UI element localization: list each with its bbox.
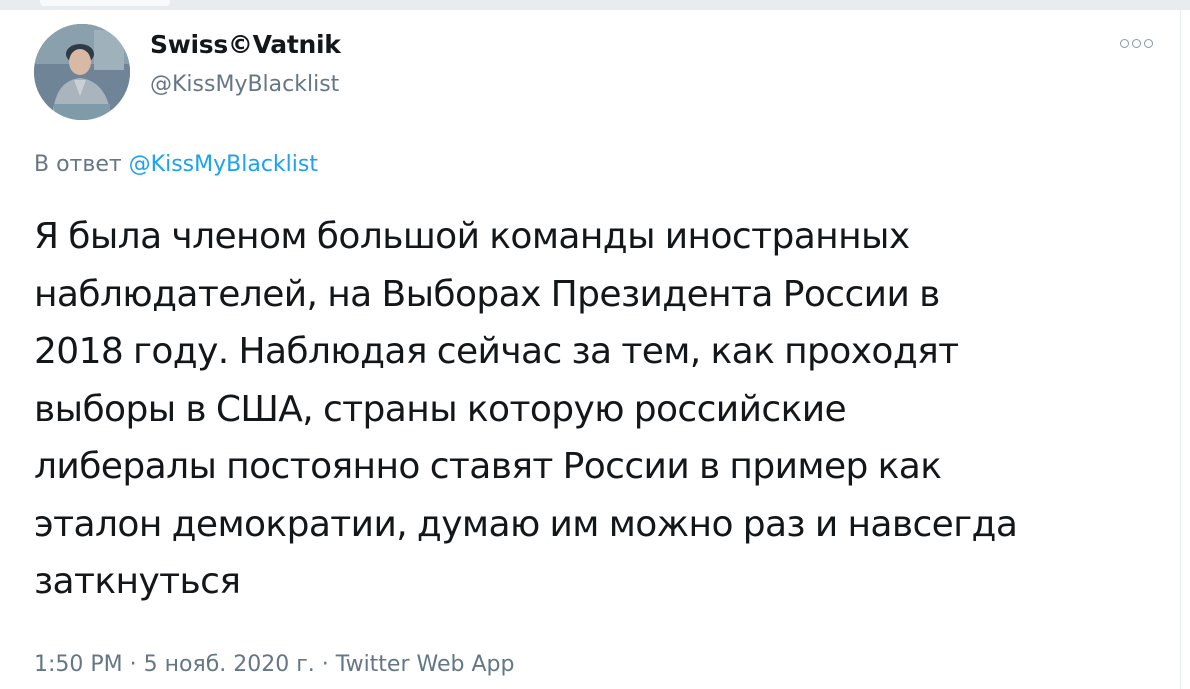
reply-context: В ответ @KissMyBlacklist xyxy=(34,152,318,177)
tweet-text-line: 2018 году. Наблюдая сейчас за тем, как п… xyxy=(34,331,959,372)
more-dot xyxy=(1144,38,1153,48)
tweet-card: Swiss©Vatnik @KissMyBlacklist В ответ @K… xyxy=(0,10,1181,689)
tweet-source[interactable]: Twitter Web App xyxy=(336,652,515,677)
meta-separator: · xyxy=(314,652,336,677)
tweet-text-line: эталон демократии, думаю им можно раз и … xyxy=(34,503,1018,545)
tweet-time[interactable]: 1:50 PM xyxy=(34,652,123,677)
tweet-text-line: заткнуться xyxy=(34,561,241,602)
tweet-text-line: либералы постоянно ставят России в приме… xyxy=(34,446,942,487)
more-dot xyxy=(1120,38,1129,48)
tweet-date[interactable]: 5 нояб. 2020 г. xyxy=(144,652,315,677)
tweet-meta: 1:50 PM · 5 нояб. 2020 г. · Twitter Web … xyxy=(34,652,514,677)
top-strip xyxy=(0,0,1190,10)
tweet-text-line: выборы в США, страны которую российские xyxy=(34,388,847,430)
avatar[interactable] xyxy=(34,24,130,120)
tweet-text: Я была членом большой команды иностранны… xyxy=(34,208,1164,611)
tweet-text-line: наблюдателей, на Выборах Президента Росс… xyxy=(34,273,940,315)
username[interactable]: @KissMyBlacklist xyxy=(150,72,339,97)
more-options-icon[interactable] xyxy=(1120,36,1160,50)
tweet-text-line: Я была членом большой команды иностранны… xyxy=(34,216,910,257)
display-name[interactable]: Swiss©Vatnik xyxy=(150,30,341,59)
meta-separator: · xyxy=(122,652,144,677)
reply-prefix: В ответ xyxy=(34,152,129,177)
more-dot xyxy=(1132,38,1141,48)
user-avatar-image xyxy=(34,24,130,120)
top-notch xyxy=(40,0,170,6)
reply-mention-link[interactable]: @KissMyBlacklist xyxy=(129,152,318,177)
